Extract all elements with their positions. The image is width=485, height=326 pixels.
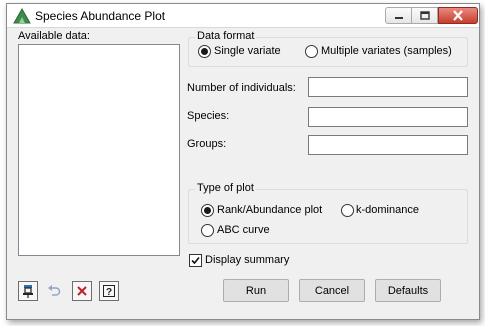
radio-single-variate[interactable] <box>198 45 211 58</box>
minimize-button[interactable] <box>385 7 412 24</box>
rank-abundance-label: Rank/Abundance plot <box>217 204 323 216</box>
display-summary-checkbox[interactable] <box>189 254 202 267</box>
undo-icon <box>48 285 61 296</box>
pin-icon <box>23 285 33 298</box>
help-button[interactable]: ? <box>99 281 119 301</box>
radio-abc-curve[interactable] <box>201 224 214 237</box>
type-of-plot-title: Type of plot <box>195 182 256 194</box>
pin-button[interactable] <box>18 281 38 301</box>
clear-button[interactable] <box>72 281 92 301</box>
window-title: Species Abundance Plot <box>35 9 166 23</box>
radio-multiple-variates[interactable] <box>305 45 318 58</box>
radio-rank-abundance[interactable] <box>201 204 214 217</box>
multiple-variates-label: Multiple variates (samples) <box>321 45 452 57</box>
available-data-list[interactable] <box>18 44 180 256</box>
maximize-icon <box>419 11 430 20</box>
groups-field[interactable] <box>308 135 468 155</box>
svg-text:?: ? <box>106 287 112 298</box>
data-format-title: Data format <box>195 30 257 42</box>
abc-curve-label: ABC curve <box>217 224 270 236</box>
minimize-icon <box>394 16 403 19</box>
number-of-individuals-label: Number of individuals: <box>187 82 296 94</box>
close-button[interactable] <box>438 7 478 24</box>
clear-icon <box>77 286 87 296</box>
radio-k-dominance[interactable] <box>341 204 354 217</box>
close-icon <box>453 10 463 21</box>
dialog-window: Species Abundance Plot Available data: D… <box>6 3 480 320</box>
k-dominance-label: k-dominance <box>356 204 419 216</box>
species-label: Species: <box>187 110 230 122</box>
available-data-label: Available data: <box>18 30 90 42</box>
undo-button[interactable] <box>44 281 64 301</box>
number-of-individuals-field[interactable] <box>308 77 468 97</box>
display-summary-label: Display summary <box>205 254 290 266</box>
cancel-button[interactable]: Cancel <box>299 279 365 302</box>
species-field[interactable] <box>308 107 468 127</box>
app-triangle-icon <box>13 8 31 24</box>
checkmark-icon <box>191 256 200 265</box>
groups-label: Groups: <box>187 138 227 150</box>
title-bar: Species Abundance Plot <box>7 4 479 28</box>
run-button[interactable]: Run <box>223 279 289 302</box>
defaults-button[interactable]: Defaults <box>375 279 441 302</box>
maximize-button[interactable] <box>412 7 438 24</box>
single-variate-label: Single variate <box>214 45 281 57</box>
help-icon: ? <box>103 285 115 298</box>
